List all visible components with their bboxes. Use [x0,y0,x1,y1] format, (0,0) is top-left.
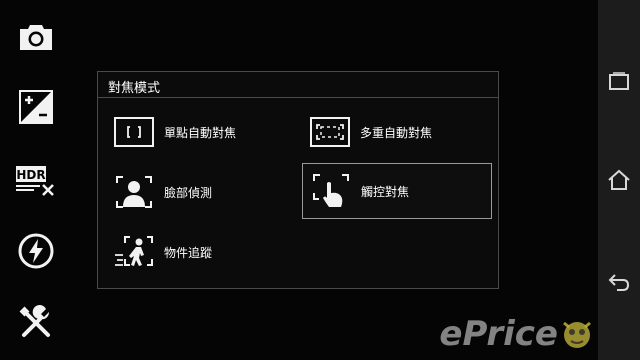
mascot-logo-icon [563,321,591,348]
settings-tools-icon [19,305,50,337]
camera-left-toolbar: HDR [0,0,72,360]
option-label: 物件追蹤 [164,245,213,260]
object-tracking-icon [114,232,154,272]
option-object-tracking[interactable]: 物件追蹤 [114,226,304,278]
camera-icon [20,25,52,50]
settings-button[interactable] [14,303,58,343]
option-single-af[interactable]: 單點自動對焦 [114,106,304,158]
option-multi-af[interactable]: 多重自動對焦 [310,106,490,158]
hdr-button[interactable]: HDR [14,160,58,200]
dialog-divider [98,97,498,98]
option-face-detection[interactable]: 臉部偵測 [114,166,304,218]
recent-apps-button[interactable] [598,62,640,102]
back-icon [608,274,630,291]
eprice-watermark: ePrice [439,314,596,354]
focus-mode-dialog: 對焦模式 單點自動對焦 多重自動對焦 臉部偵測 觸控對焦 物件追蹤 [97,71,499,289]
recent-apps-icon [609,72,629,90]
option-label: 臉部偵測 [164,185,213,200]
camera-mode-button[interactable] [14,17,58,57]
face-detection-icon [114,172,154,212]
flash-off-icon [18,233,54,269]
option-label: 單點自動對焦 [164,125,237,140]
multi-af-icon [310,112,350,152]
home-icon [608,169,630,190]
dialog-title: 對焦模式 [108,81,161,96]
watermark-text: ePrice [439,314,558,354]
flash-button[interactable] [14,231,58,271]
option-label: 觸控對焦 [361,184,410,199]
option-label: 多重自動對焦 [360,125,433,140]
single-point-af-icon [114,112,154,152]
back-button[interactable] [598,262,640,302]
home-button[interactable] [598,160,640,200]
system-nav-bar [598,0,640,360]
exposure-button[interactable] [14,87,58,127]
hdr-off-icon: HDR [16,166,54,196]
exposure-icon [19,90,53,124]
touch-focus-icon [311,171,351,211]
option-touch-focus[interactable]: 觸控對焦 [302,163,492,219]
svg-text:HDR: HDR [16,168,45,182]
